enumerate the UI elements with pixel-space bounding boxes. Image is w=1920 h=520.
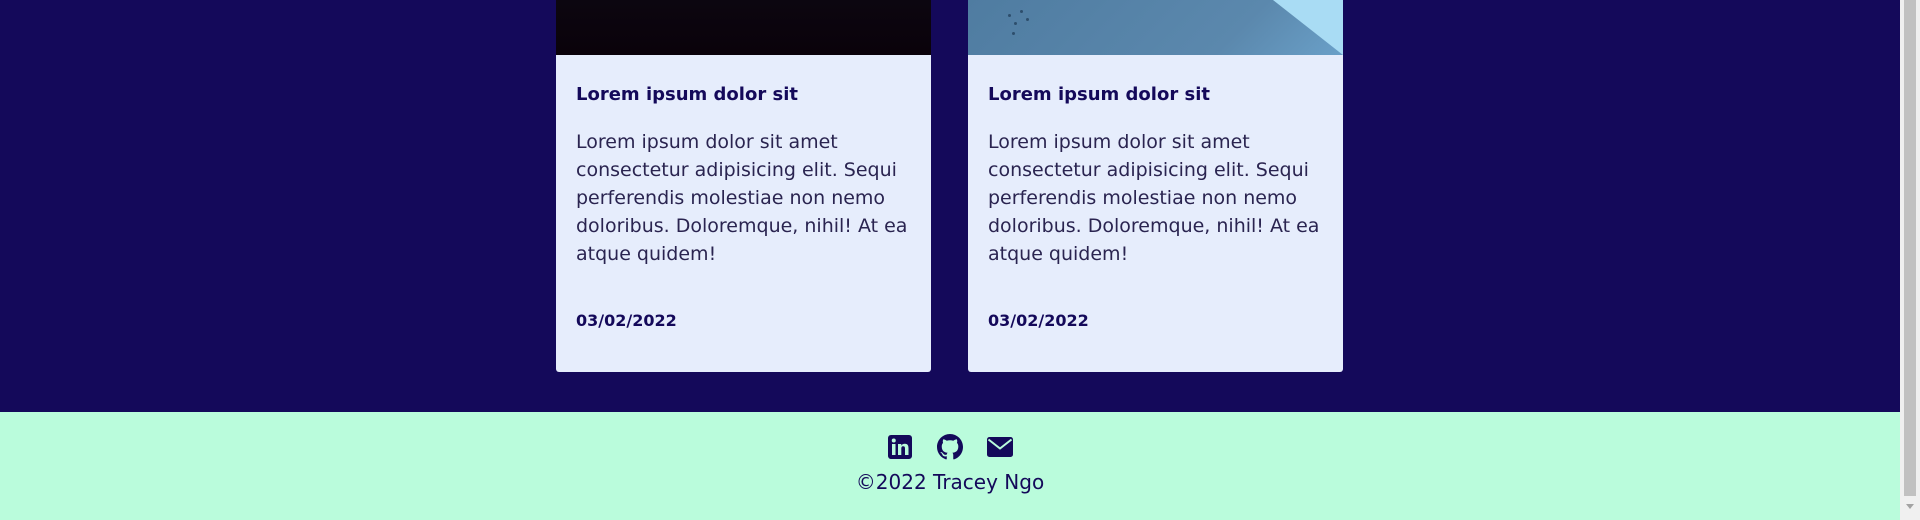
blog-card[interactable]: Lorem ipsum dolor sit Lorem ipsum dolor … bbox=[556, 0, 931, 372]
scrollbar-thumb[interactable] bbox=[1904, 0, 1916, 496]
email-link[interactable] bbox=[987, 434, 1013, 460]
social-links bbox=[0, 434, 1900, 460]
blog-card[interactable]: Lorem ipsum dolor sit Lorem ipsum dolor … bbox=[968, 0, 1343, 372]
card-description: Lorem ipsum dolor sit amet consectetur a… bbox=[988, 131, 1320, 265]
copyright-text: ©2022 Tracey Ngo bbox=[855, 470, 1045, 494]
card-date: 03/02/2022 bbox=[576, 311, 677, 330]
window-dot bbox=[1026, 18, 1029, 21]
footer: ©2022 Tracey Ngo bbox=[0, 412, 1900, 520]
linkedin-icon bbox=[888, 435, 912, 459]
envelope-icon bbox=[987, 437, 1013, 457]
blog-section: Lorem ipsum dolor sit Lorem ipsum dolor … bbox=[0, 0, 1900, 412]
linkedin-link[interactable] bbox=[887, 434, 913, 460]
card-date: 03/02/2022 bbox=[988, 311, 1089, 330]
card-image bbox=[556, 0, 931, 55]
vertical-scrollbar[interactable] bbox=[1900, 0, 1920, 520]
card-title: Lorem ipsum dolor sit bbox=[576, 84, 798, 105]
card-image bbox=[968, 0, 1343, 55]
github-icon bbox=[937, 434, 963, 460]
window-dot bbox=[1014, 22, 1017, 25]
window-dot bbox=[1008, 14, 1011, 17]
window-dot bbox=[1020, 10, 1023, 13]
scroll-down-arrow-icon[interactable] bbox=[1906, 504, 1914, 509]
card-description: Lorem ipsum dolor sit amet consectetur a… bbox=[576, 131, 908, 265]
sky-shape bbox=[1273, 0, 1343, 55]
github-link[interactable] bbox=[937, 434, 963, 460]
window-dot bbox=[1012, 32, 1015, 35]
card-title: Lorem ipsum dolor sit bbox=[988, 84, 1210, 105]
